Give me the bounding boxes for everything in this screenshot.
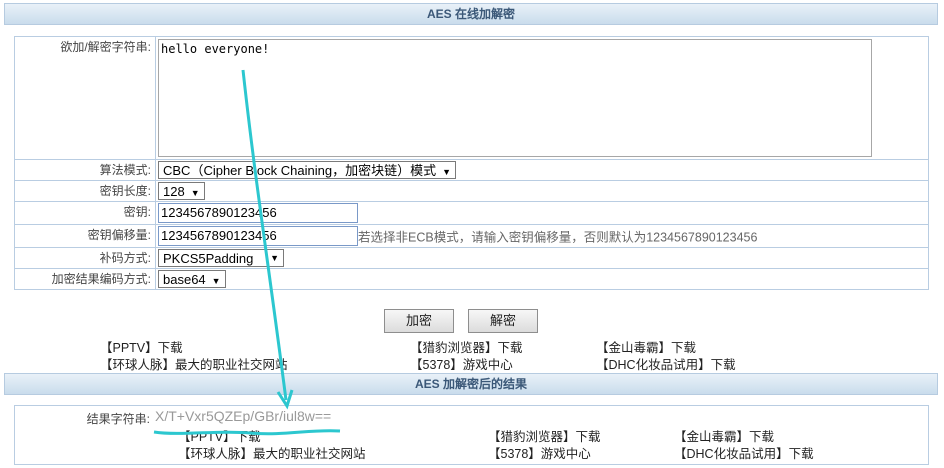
decrypt-button[interactable]: 解密	[468, 309, 538, 333]
dropdown-arrow-icon: ▼	[270, 253, 279, 263]
input-textarea[interactable]: hello everyone!	[158, 39, 872, 157]
iv-label: 密钥偏移量:	[14, 224, 156, 248]
encoding-label: 加密结果编码方式:	[14, 268, 156, 290]
aes-form: 欲加/解密字符串: hello everyone! 算法模式: CBC（Ciph…	[14, 36, 929, 290]
ad-link-huanqiu[interactable]: 【环球人脉】最大的职业社交网站	[100, 354, 288, 373]
keylen-select[interactable]: 128 ▼	[158, 182, 205, 200]
result-title: AES 加解密后的结果	[414, 377, 527, 391]
key-label: 密钥:	[14, 201, 156, 225]
dropdown-arrow-icon: ▼	[190, 188, 200, 198]
padding-select-value: PKCS5Padding	[163, 251, 254, 266]
mode-label: 算法模式:	[14, 159, 156, 181]
iv-hint: 若选择非ECB模式，请输入密钥偏移量，否则默认为1234567890123456	[358, 230, 758, 245]
keylen-label: 密钥长度:	[14, 180, 156, 202]
dropdown-arrow-icon: ▼	[211, 276, 221, 286]
page-title: AES 在线加解密	[426, 7, 515, 21]
mode-select-value: CBC（Cipher Block Chaining，加密块链）模式	[163, 163, 437, 178]
dropdown-arrow-icon: ▼	[442, 167, 451, 177]
iv-input[interactable]: 1234567890123456	[158, 226, 358, 246]
mode-select[interactable]: CBC（Cipher Block Chaining，加密块链）模式 ▼	[158, 161, 456, 179]
result-label: 结果字符串:	[86, 412, 150, 426]
ad-link-5378-2[interactable]: 【5378】游戏中心	[488, 443, 591, 462]
input-label: 欲加/解密字符串:	[14, 36, 156, 160]
result-output[interactable]: X/T+Vxr5QZEp/GBr/iul8w==	[155, 408, 331, 424]
encoding-select[interactable]: base64 ▼	[158, 270, 226, 288]
padding-select[interactable]: PKCS5Padding ▼	[158, 249, 284, 267]
ad-link-5378[interactable]: 【5378】游戏中心	[410, 354, 513, 373]
header-bar: AES 在线加解密	[4, 3, 938, 25]
key-input[interactable]: 1234567890123456	[158, 203, 358, 223]
ad-link-huanqiu-2[interactable]: 【环球人脉】最大的职业社交网站	[178, 443, 366, 462]
ad-link-dhc-2[interactable]: 【DHC化妆品试用】下载	[674, 443, 814, 462]
keylen-select-value: 128	[163, 184, 185, 199]
encoding-select-value: base64	[163, 272, 206, 287]
padding-label: 补码方式:	[14, 247, 156, 269]
result-header-bar: AES 加解密后的结果	[4, 373, 938, 395]
ad-link-dhc[interactable]: 【DHC化妆品试用】下载	[596, 354, 736, 373]
encrypt-button[interactable]: 加密	[384, 309, 454, 333]
